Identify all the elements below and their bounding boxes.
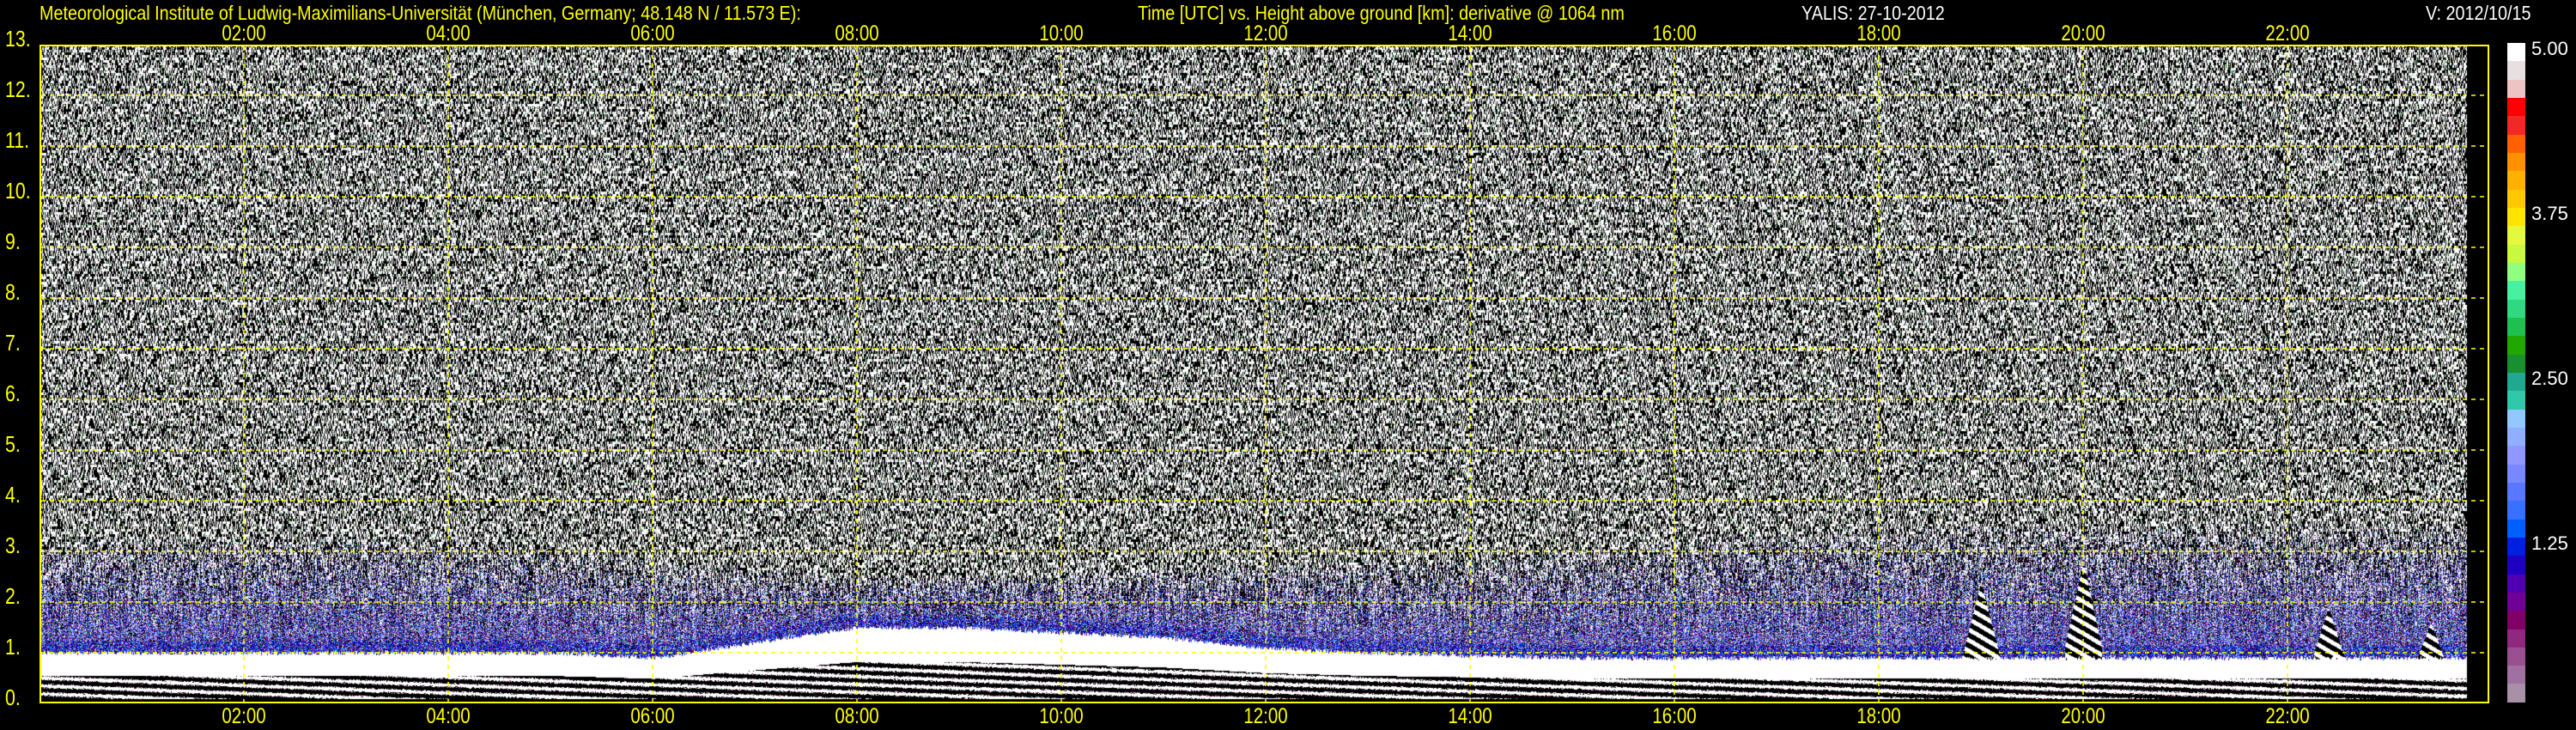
y-tick-label: 5. [5, 431, 21, 457]
colorbar-swatch [2507, 299, 2525, 318]
colorbar-swatch [2507, 556, 2525, 575]
colorbar-swatch [2507, 666, 2525, 684]
colorbar-swatch [2507, 116, 2525, 135]
plot-frame [39, 45, 2489, 703]
x-tick-label-bottom: 14:00 [1448, 704, 1492, 728]
y-tick-label: 12. [5, 76, 31, 102]
y-tick-label: 6. [5, 380, 21, 406]
y-tick-label: 2. [5, 583, 21, 609]
colorbar-swatch [2507, 134, 2525, 153]
x-tick-label-bottom: 04:00 [426, 704, 471, 728]
colorbar-swatch [2507, 446, 2525, 465]
colorbar-swatch [2507, 684, 2525, 703]
colorbar-swatch [2507, 281, 2525, 300]
colorbar-swatch [2507, 354, 2525, 373]
colorbar-swatch [2507, 262, 2525, 282]
y-tick-label: 4. [5, 482, 21, 508]
x-tick-label-bottom: 18:00 [1856, 704, 1901, 728]
x-tick-label-bottom: 06:00 [630, 704, 675, 728]
colorbar-tick-label: 3.75 [2531, 203, 2568, 224]
version-label: V: 2012/10/15 [2426, 2, 2531, 24]
plot-title: Time [UTC] vs. Height above ground [km]:… [1138, 2, 1625, 24]
x-tick-label-bottom: 22:00 [2265, 704, 2310, 728]
x-tick-label-top: 04:00 [426, 21, 471, 46]
institute-title: Meteorological Institute of Ludwig-Maxim… [39, 2, 801, 24]
grid-lines [41, 46, 2488, 702]
colorbar-swatch [2507, 79, 2525, 98]
y-tick-label: 9. [5, 228, 21, 254]
colorbar-tick-label: 2.50 [2531, 368, 2568, 389]
y-tick-label: 10. [5, 178, 31, 204]
colorbar-swatch [2507, 244, 2525, 263]
colorbar-swatch [2507, 226, 2525, 245]
colorbar-swatch [2507, 152, 2525, 172]
y-tick-label: 0. [5, 684, 21, 710]
colorbar-swatch [2507, 427, 2525, 447]
colorbar-tick-label: 1.25 [2531, 532, 2568, 554]
y-tick-label: 8. [5, 279, 21, 305]
x-tick-label-top: 06:00 [630, 21, 675, 46]
colorbar-swatch [2507, 409, 2525, 428]
colorbar-swatch [2507, 189, 2525, 208]
x-tick-label-top: 22:00 [2265, 21, 2310, 46]
instrument-date: YALIS: 27-10-2012 [1801, 2, 1945, 24]
colorbar-swatch [2507, 537, 2525, 557]
x-tick-label-top: 08:00 [835, 21, 879, 46]
colorbar-swatch [2507, 43, 2525, 62]
colorbar-swatch [2507, 171, 2525, 190]
x-tick-label-top: 16:00 [1652, 21, 1697, 46]
colorbar-swatch [2507, 207, 2525, 227]
colorbar-swatch [2507, 647, 2525, 666]
x-tick-label-bottom: 20:00 [2061, 704, 2105, 728]
colorbar-swatch [2507, 629, 2525, 648]
colorbar-swatch [2507, 391, 2525, 410]
y-tick-label: 13. [5, 26, 31, 52]
x-tick-label-bottom: 12:00 [1243, 704, 1288, 728]
x-tick-label-top: 12:00 [1243, 21, 1288, 46]
x-tick-label-top: 18:00 [1856, 21, 1901, 46]
x-tick-label-bottom: 10:00 [1039, 704, 1084, 728]
x-tick-label-bottom: 02:00 [222, 704, 266, 728]
x-tick-label-top: 10:00 [1039, 21, 1084, 46]
x-tick-label-top: 02:00 [222, 21, 266, 46]
colorbar-swatch [2507, 336, 2525, 355]
x-tick-label-bottom: 08:00 [835, 704, 879, 728]
colorbar-swatch [2507, 61, 2525, 80]
x-tick-label-bottom: 16:00 [1652, 704, 1697, 728]
colorbar-swatch [2507, 519, 2525, 538]
colorbar-swatch [2507, 372, 2525, 392]
colorbar-swatch [2507, 501, 2525, 520]
y-tick-label: 7. [5, 330, 21, 356]
colorbar-swatch [2507, 317, 2525, 337]
colorbar-swatch [2507, 574, 2525, 593]
colorbar-swatch [2507, 592, 2525, 611]
colorbar-swatch [2507, 97, 2525, 117]
x-tick-label-top: 14:00 [1448, 21, 1492, 46]
colorbar-tick-label: 5.00 [2531, 38, 2568, 59]
colorbar-swatch [2507, 464, 2525, 483]
x-tick-label-top: 20:00 [2061, 21, 2105, 46]
colorbar-swatch [2507, 611, 2525, 630]
y-tick-label: 3. [5, 532, 21, 558]
colorbar-swatch [2507, 482, 2525, 502]
colorbar [2507, 43, 2525, 703]
y-tick-label: 1. [5, 634, 21, 660]
y-tick-label: 11. [5, 127, 30, 153]
